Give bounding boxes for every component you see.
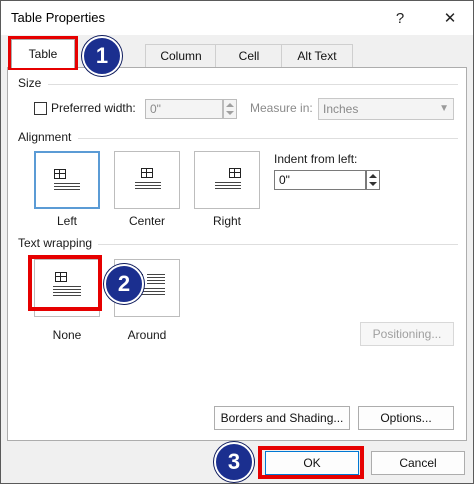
close-icon: ✕	[443, 10, 457, 27]
tab-cell[interactable]: Cell	[215, 44, 283, 67]
alignment-center-label: Center	[128, 214, 166, 228]
wrapping-around-label: Around	[127, 328, 167, 342]
wrapping-none-option[interactable]	[34, 259, 100, 317]
step-badge-1: 1	[82, 36, 122, 76]
table-right-icon	[229, 168, 241, 178]
positioning-button[interactable]: Positioning...	[360, 322, 454, 346]
close-button[interactable]: ✕	[433, 4, 467, 32]
tab-alt-text[interactable]: Alt Text	[281, 44, 353, 67]
table-center-icon	[141, 168, 153, 178]
alignment-divider	[78, 138, 458, 139]
measure-in-label: Measure in:	[250, 101, 313, 115]
wrapping-none-label: None	[52, 328, 82, 342]
dialog-title: Table Properties	[11, 10, 105, 25]
alignment-right-option[interactable]	[194, 151, 260, 209]
step-badge-2: 2	[104, 264, 144, 304]
table-left-icon	[54, 169, 66, 179]
alignment-left-option[interactable]	[34, 151, 100, 209]
ok-button[interactable]: OK	[265, 451, 359, 475]
size-section-label: Size	[18, 76, 48, 90]
table-no-wrap-icon	[55, 272, 67, 282]
tab-column[interactable]: Column	[145, 44, 217, 67]
help-button[interactable]: ?	[383, 4, 417, 32]
indent-from-left-label: Indent from left:	[274, 152, 358, 166]
preferred-width-spinner[interactable]	[223, 99, 237, 119]
alignment-section-label: Alignment	[18, 130, 78, 144]
indent-spinner[interactable]	[366, 170, 380, 190]
preferred-width-checkbox[interactable]	[34, 102, 47, 115]
table-properties-dialog: Table Properties ? ✕ Table Column Cell A…	[0, 0, 474, 484]
borders-and-shading-button[interactable]: Borders and Shading...	[214, 406, 350, 430]
chevron-down-icon: ▼	[439, 103, 449, 114]
alignment-center-option[interactable]	[114, 151, 180, 209]
options-button[interactable]: Options...	[358, 406, 454, 430]
tab-table[interactable]: Table	[11, 39, 75, 68]
indent-from-left-field[interactable]: 0"	[274, 170, 366, 190]
measure-in-select[interactable]: Inches ▼	[318, 98, 454, 120]
size-divider	[48, 84, 458, 85]
step-badge-3: 3	[214, 442, 254, 482]
tab-strip: Table Column Cell Alt Text	[1, 35, 473, 68]
preferred-width-field[interactable]: 0"	[145, 99, 223, 119]
title-bar: Table Properties ? ✕	[1, 1, 473, 35]
tab-panel: Size Preferred width: 0" Measure in: Inc…	[7, 67, 467, 441]
text-wrapping-section-label: Text wrapping	[18, 236, 99, 250]
measure-in-value: Inches	[323, 102, 359, 116]
alignment-right-label: Right	[212, 214, 241, 228]
alignment-left-label: Left	[56, 214, 77, 228]
text-wrapping-divider	[94, 244, 458, 245]
preferred-width-label: Preferred width:	[51, 101, 136, 115]
cancel-button[interactable]: Cancel	[371, 451, 465, 475]
